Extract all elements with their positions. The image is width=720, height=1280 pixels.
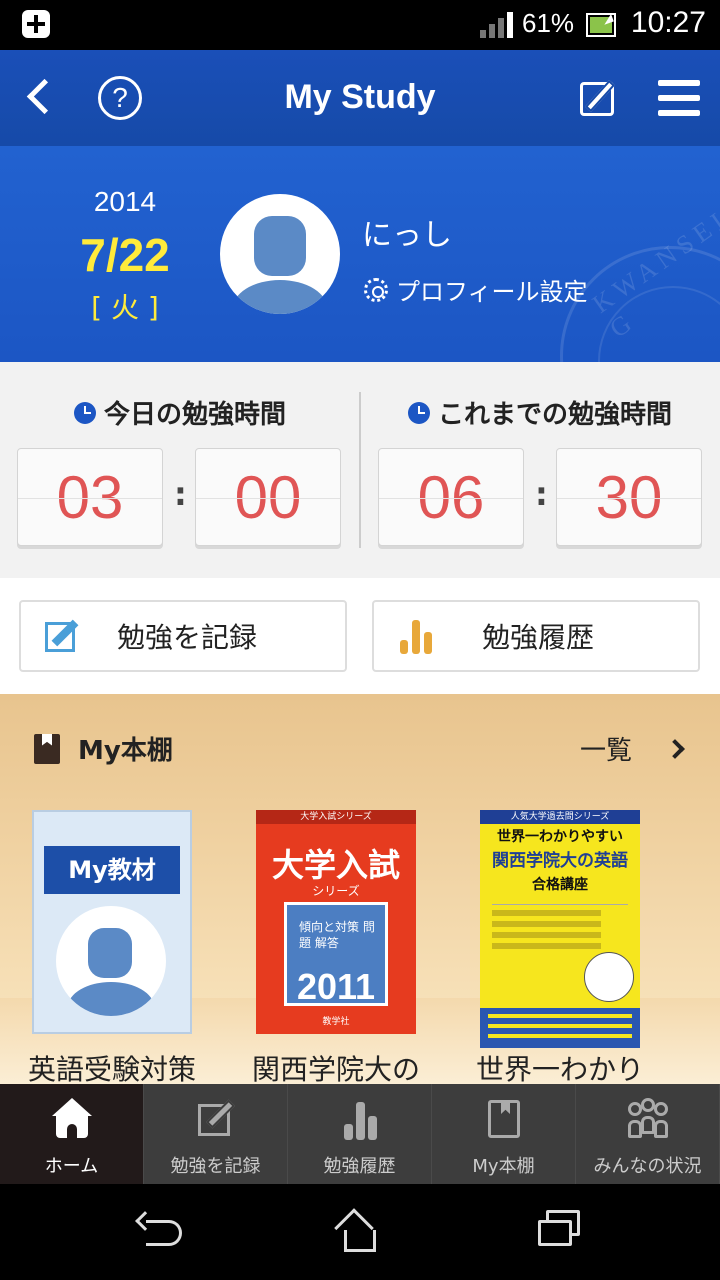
today-study-time: 今日の勉強時間 03 : 00 xyxy=(0,362,360,578)
today-study-time-label: 今日の勉強時間 xyxy=(103,400,286,430)
tab-label: みんなの状況 xyxy=(593,1156,702,1177)
notification-plus-icon xyxy=(22,10,50,38)
status-clock: 10:27 xyxy=(630,6,706,39)
today-minutes: 00 xyxy=(195,448,341,546)
today-hours: 03 xyxy=(17,448,163,546)
system-recent-apps-icon[interactable] xyxy=(538,1210,582,1250)
tab-home[interactable]: ホーム xyxy=(0,1084,144,1184)
system-back-icon[interactable] xyxy=(135,1211,184,1248)
home-icon xyxy=(52,1098,92,1140)
system-nav-bar xyxy=(0,1184,720,1280)
cover-box-text: 傾向と対策 問題 解答 xyxy=(299,920,375,950)
system-home-icon[interactable] xyxy=(334,1208,384,1254)
book-cover-yellow[interactable]: 人気大学過去問シリーズ 世界一わかりやすい 関西学院大の英語 合格講座 xyxy=(480,810,640,1048)
tab-everyone-status[interactable]: みんなの状況 xyxy=(576,1084,720,1184)
battery-charging-icon xyxy=(586,13,616,37)
book-cover-red-series[interactable]: 大学入試シリーズ 大学入試 シリーズ 傾向と対策 問題 解答 2011 教学社 xyxy=(256,810,416,1034)
profile-settings-link[interactable]: プロフィール設定 xyxy=(364,272,588,307)
bar-chart-icon xyxy=(340,1098,380,1140)
total-study-time: これまでの勉強時間 06 : 30 xyxy=(360,362,720,578)
book-title[interactable]: 英語受験対策 xyxy=(28,1048,228,1084)
hamburger-menu-icon[interactable] xyxy=(658,80,700,116)
signal-strength-icon xyxy=(480,12,514,38)
profile-settings-label: プロフィール設定 xyxy=(396,278,588,306)
clock-icon xyxy=(73,401,96,424)
clock-icon xyxy=(407,401,430,424)
pencil-square-icon xyxy=(196,1098,236,1140)
book-icon xyxy=(484,1098,524,1140)
status-bar: 61% 10:27 xyxy=(0,0,720,50)
battery-percent: 61% xyxy=(522,8,575,38)
study-history-label: 勉強履歴 xyxy=(482,621,595,654)
user-name: にっし xyxy=(362,218,452,253)
study-time-panel: 今日の勉強時間 03 : 00 これまでの勉強時間 06 : 30 xyxy=(0,362,720,578)
date-month-day: 7/22 xyxy=(80,229,170,281)
cover-line-3: 合格講座 xyxy=(532,877,588,893)
record-study-button[interactable]: 勉強を記録 xyxy=(19,600,347,672)
cover-title: 大学入試 xyxy=(271,846,400,884)
tab-record-study[interactable]: 勉強を記録 xyxy=(144,1084,288,1184)
cover-badge xyxy=(584,952,634,1002)
cover-contents-band xyxy=(480,1008,640,1048)
avatar-placeholder-icon xyxy=(56,906,166,1016)
total-minutes: 30 xyxy=(556,448,702,546)
date-weekday: [ 火 ] xyxy=(91,291,159,324)
cover-publisher: 教学社 xyxy=(322,1017,350,1027)
bookshelf-title: My本棚 xyxy=(34,730,173,767)
cover-line-1: 世界一わかりやすい xyxy=(497,829,623,845)
app-bar: ? My Study xyxy=(0,50,720,146)
bookshelf-title-text: My本棚 xyxy=(78,736,173,766)
pencil-square-icon xyxy=(45,618,81,654)
chevron-right-icon xyxy=(665,738,685,759)
date-year: 2014 xyxy=(93,186,157,217)
avatar[interactable] xyxy=(220,194,340,314)
tab-label: ホーム xyxy=(44,1156,99,1177)
action-buttons: 勉強を記録 勉強履歴 xyxy=(0,578,720,694)
bookshelf-list-label: 一覧 xyxy=(579,736,632,766)
cover-series: 人気大学過去問シリーズ xyxy=(510,812,610,822)
book-title[interactable]: 世界一わかり xyxy=(476,1048,676,1084)
total-hours: 06 xyxy=(378,448,524,546)
time-separator: : xyxy=(174,475,187,513)
gear-icon xyxy=(364,277,388,302)
people-icon xyxy=(628,1098,668,1140)
bar-chart-icon xyxy=(398,618,434,654)
tab-label: 勉強履歴 xyxy=(323,1156,396,1177)
my-material-tag: My教材 xyxy=(44,846,180,894)
tab-label: My本棚 xyxy=(472,1156,535,1177)
tab-label: 勉強を記録 xyxy=(170,1156,261,1177)
edit-icon[interactable] xyxy=(578,74,624,120)
book-cover-my-material[interactable]: My教材 xyxy=(32,810,192,1034)
tab-study-history[interactable]: 勉強履歴 xyxy=(288,1084,432,1184)
record-study-label: 勉強を記録 xyxy=(117,621,258,654)
cover-line-2: 関西学院大の英語 xyxy=(492,851,628,871)
bookshelf: My本棚 一覧 My教材 英語受験対策 大学入試シリーズ 大学入試 シリーズ 傾… xyxy=(0,694,720,1084)
study-history-button[interactable]: 勉強履歴 xyxy=(372,600,700,672)
time-separator: : xyxy=(535,475,548,513)
profile-header: KWANSEI G 2014 7/22 [ 火 ] にっし プロフィール設定 xyxy=(0,146,720,362)
book-title[interactable]: 関西学院大の xyxy=(252,1048,452,1084)
cover-series: 大学入試シリーズ xyxy=(256,810,416,824)
tab-my-bookshelf[interactable]: My本棚 xyxy=(432,1084,576,1184)
bookshelf-list-link[interactable]: 一覧 xyxy=(579,730,685,767)
bottom-tab-bar: ホーム 勉強を記録 勉強履歴 My本棚 みんなの状況 xyxy=(0,1084,720,1184)
total-study-time-label: これまでの勉強時間 xyxy=(437,400,672,430)
book-icon xyxy=(34,733,60,764)
cover-year: 2011 xyxy=(296,966,376,1007)
cover-subtitle: シリーズ xyxy=(312,884,360,898)
